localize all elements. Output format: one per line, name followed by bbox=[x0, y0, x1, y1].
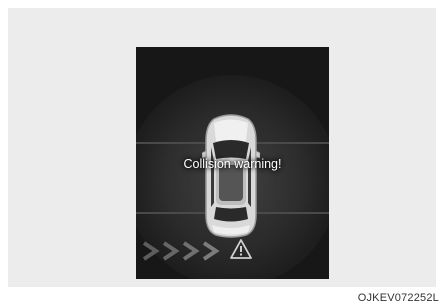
vehicle-top-view-icon bbox=[202, 114, 260, 238]
approach-chevrons-icon bbox=[142, 241, 220, 261]
figure-frame: Collision warning! bbox=[8, 8, 436, 287]
figure-code: OJKEV072252L bbox=[357, 292, 439, 304]
warning-triangle-icon bbox=[230, 239, 252, 259]
cluster-display: Collision warning! bbox=[136, 47, 329, 279]
collision-warning-message: Collision warning! bbox=[183, 157, 282, 171]
